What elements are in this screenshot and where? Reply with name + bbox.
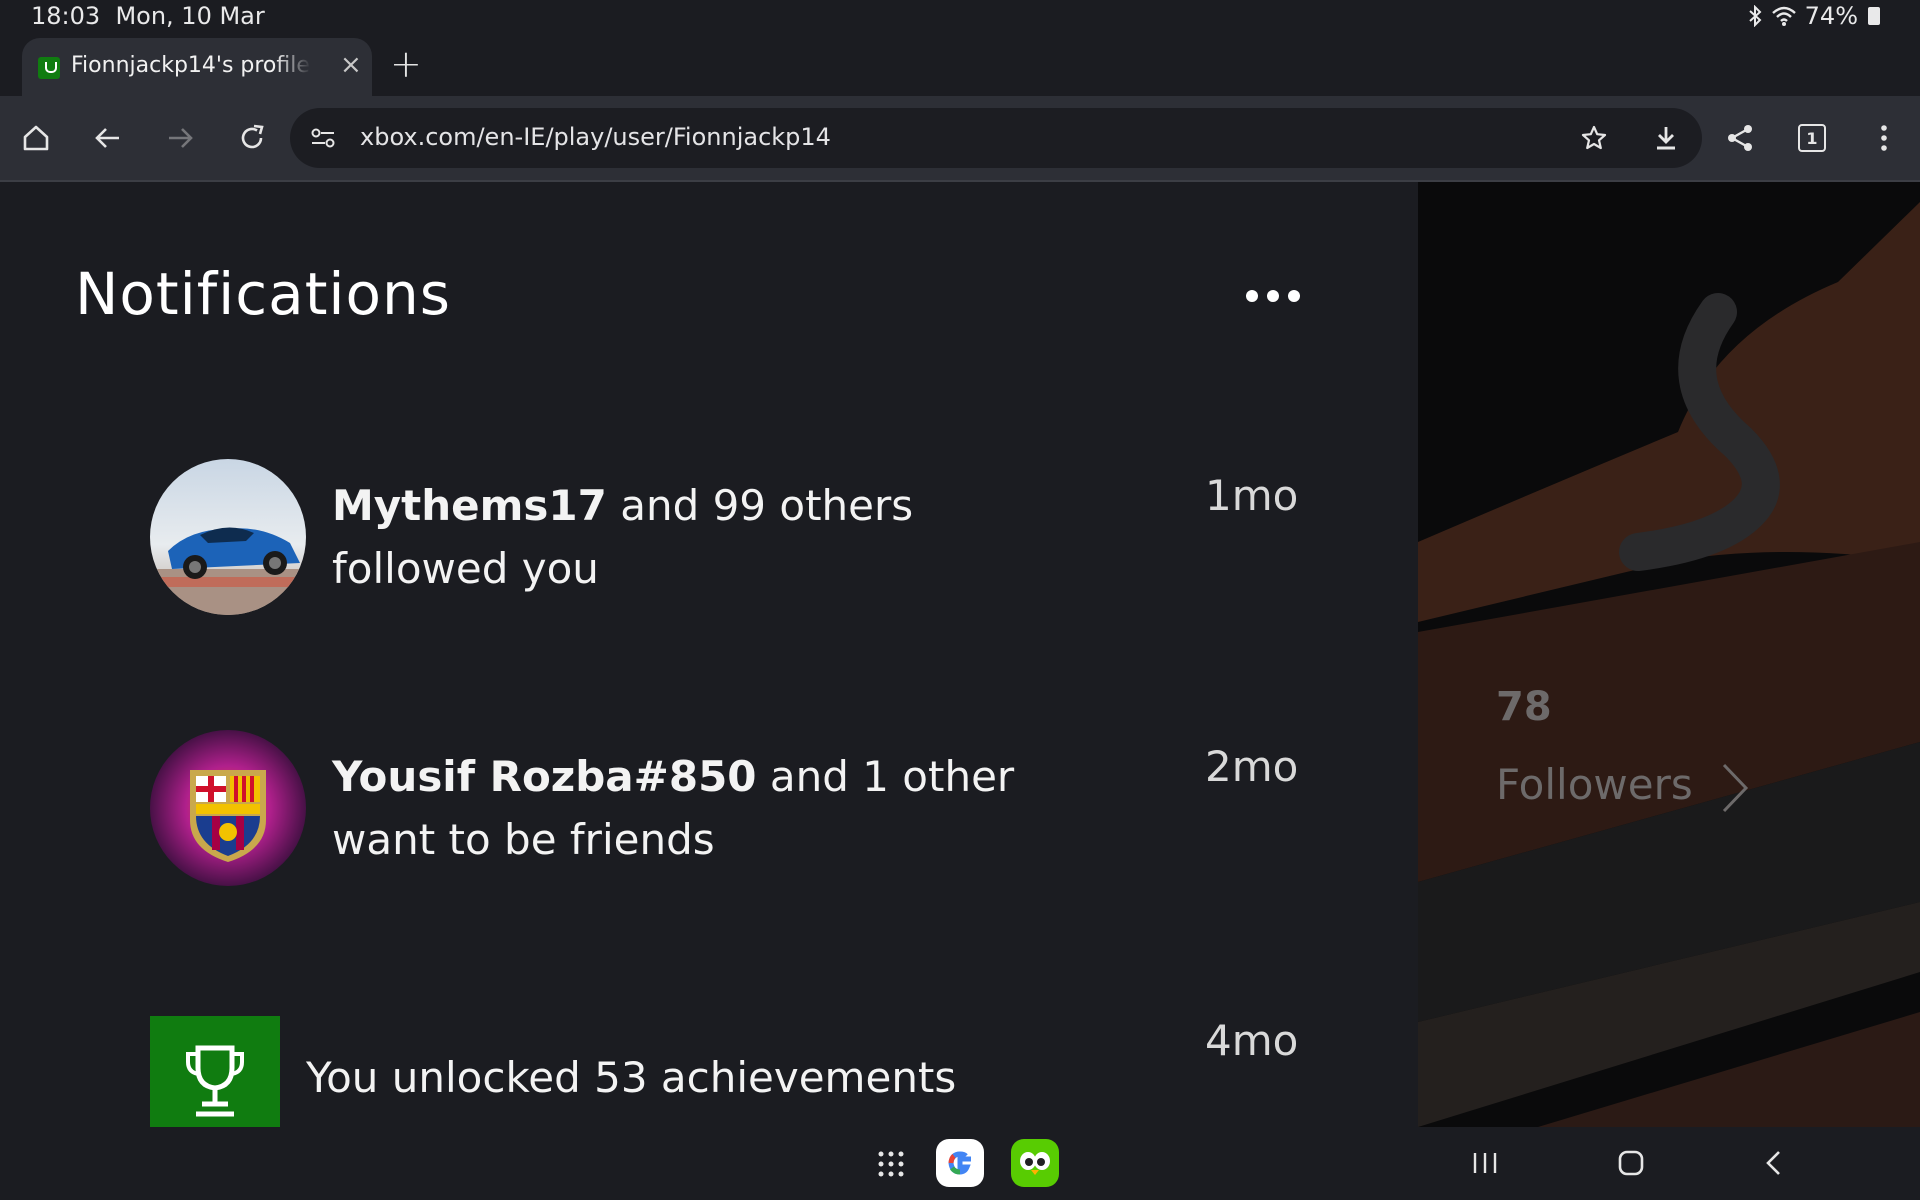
notification-item[interactable]: You unlocked 53 achievements 4mo xyxy=(150,1016,1300,1127)
tab-title: Fionnjackp14's profile | Xbox xyxy=(71,53,311,78)
more-vertical-icon xyxy=(1881,125,1887,151)
status-indicators: 74% xyxy=(1747,2,1880,30)
followers-link[interactable]: Followers xyxy=(1496,760,1693,809)
fcb-crest-avatar-image xyxy=(150,730,306,886)
notification-text: Mythems17 and 99 others followed you xyxy=(332,474,1052,600)
notification-text: Yousif Rozba#850 and 1 other want to be … xyxy=(332,745,1052,871)
tab-switcher-icon: 1 xyxy=(1798,124,1826,152)
tab-count: 1 xyxy=(1806,128,1818,148)
close-tab-icon[interactable]: × xyxy=(340,50,362,80)
car-avatar-image xyxy=(150,459,306,615)
notification-time: 1mo xyxy=(1205,471,1299,520)
share-icon xyxy=(1728,125,1752,151)
more-dot-icon xyxy=(1288,290,1300,302)
status-bar: 18:03 Mon, 10 Mar 74% xyxy=(0,0,1920,34)
tab-strip: Fionnjackp14's profile | Xbox × + xyxy=(0,34,1920,96)
followers-count: 78 xyxy=(1496,684,1552,730)
duolingo-app-icon[interactable] xyxy=(1011,1139,1059,1187)
notification-item[interactable]: Yousif Rozba#850 and 1 other want to be … xyxy=(150,730,1300,890)
notification-text: You unlocked 53 achievements xyxy=(306,1046,1066,1109)
page-title: Notifications xyxy=(75,260,452,328)
new-tab-button[interactable]: + xyxy=(390,42,422,86)
status-time-date: 18:03 Mon, 10 Mar xyxy=(31,2,265,30)
more-dot-icon xyxy=(1246,290,1258,302)
status-date: Mon, 10 Mar xyxy=(115,2,265,30)
battery-icon xyxy=(1868,7,1880,25)
bluetooth-icon xyxy=(1748,5,1762,27)
system-navigation-bar xyxy=(0,1127,1920,1200)
url-text[interactable]: xbox.com/en-IE/play/user/Fionnjackp14 xyxy=(360,123,831,151)
wifi-icon xyxy=(1771,6,1796,26)
more-dot-icon xyxy=(1267,290,1279,302)
arrow-right-icon xyxy=(169,128,193,148)
google-app-icon[interactable] xyxy=(936,1139,984,1187)
site-settings-icon[interactable] xyxy=(310,126,336,150)
trophy-icon xyxy=(186,1045,244,1117)
notifications-panel: Notifications Mythems17 and 99 others fo… xyxy=(0,182,1418,1127)
profile-background-panel: 78 Followers xyxy=(1418,182,1920,1127)
avatar[interactable] xyxy=(150,730,306,886)
recent-apps-icon[interactable] xyxy=(1472,1151,1498,1175)
tab-switcher-button[interactable]: 1 xyxy=(1788,114,1836,162)
overflow-menu-button[interactable] xyxy=(1860,114,1908,162)
notification-user[interactable]: Mythems17 xyxy=(332,481,607,530)
avatar[interactable] xyxy=(150,459,306,615)
home-nav-icon[interactable] xyxy=(1617,1149,1645,1177)
home-button[interactable] xyxy=(12,114,60,162)
notifications-more-button[interactable] xyxy=(1246,290,1300,302)
notification-user[interactable]: Yousif Rozba#850 xyxy=(332,752,757,801)
browser-toolbar: xbox.com/en-IE/play/user/Fionnjackp14 1 xyxy=(0,96,1920,180)
reload-icon xyxy=(241,124,264,149)
achievement-badge xyxy=(150,1016,280,1127)
notification-item[interactable]: Mythems17 and 99 others followed you 1mo xyxy=(150,459,1300,619)
address-bar[interactable]: xbox.com/en-IE/play/user/Fionnjackp14 xyxy=(290,108,1702,168)
browser-tab[interactable]: Fionnjackp14's profile | Xbox × xyxy=(22,38,372,96)
battery-percent: 74% xyxy=(1804,2,1858,30)
reload-button[interactable] xyxy=(228,114,276,162)
profile-banner-artwork xyxy=(1418,182,1920,1127)
back-nav-icon[interactable] xyxy=(1764,1149,1784,1177)
home-icon xyxy=(23,125,49,151)
notification-time: 4mo xyxy=(1205,1016,1299,1065)
back-button[interactable] xyxy=(84,114,132,162)
notification-message: You unlocked 53 achievements xyxy=(306,1053,957,1102)
bookmark-star-icon[interactable] xyxy=(1580,124,1608,152)
forward-button[interactable] xyxy=(156,114,204,162)
chevron-right-icon[interactable] xyxy=(1720,762,1750,814)
share-button[interactable] xyxy=(1716,114,1764,162)
app-drawer-icon[interactable] xyxy=(876,1149,906,1179)
arrow-left-icon xyxy=(95,128,119,148)
download-icon[interactable] xyxy=(1652,124,1680,152)
notification-time: 2mo xyxy=(1205,742,1299,791)
status-time: 18:03 xyxy=(31,2,101,30)
xbox-favicon-icon xyxy=(38,57,60,79)
